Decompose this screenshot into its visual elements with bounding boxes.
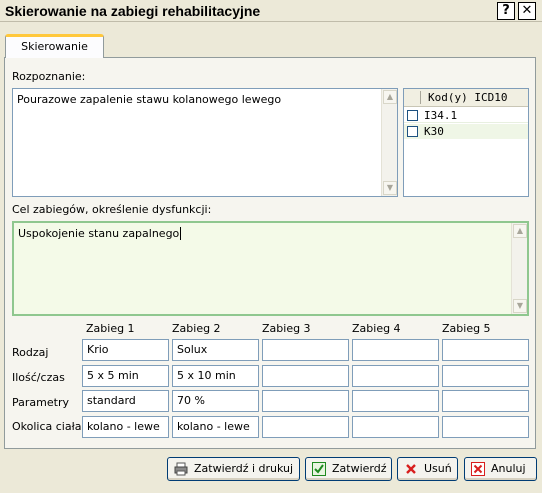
icd-code-list: Kod(y) ICD10 I34.1 K30 bbox=[403, 88, 529, 197]
confirm-button[interactable]: Zatwierdź bbox=[305, 457, 392, 481]
treatment-cell[interactable] bbox=[352, 416, 439, 438]
scroll-up-arrow-icon[interactable]: ▲ bbox=[383, 90, 397, 104]
help-button[interactable]: ? bbox=[497, 2, 515, 20]
icd-checkbox[interactable] bbox=[407, 110, 418, 121]
treatment-cell[interactable] bbox=[262, 390, 349, 412]
checkmark-icon bbox=[312, 462, 326, 476]
goal-scrollbar[interactable]: ▲ ▼ bbox=[511, 223, 527, 314]
title-bar: Skierowanie na zabiegi rehabilitacyjne ?… bbox=[0, 0, 542, 22]
diagnosis-textarea[interactable]: Pourazowe zapalenie stawu kolanowego lew… bbox=[12, 88, 398, 197]
column-header-zabieg-2: Zabieg 2 bbox=[172, 322, 221, 335]
printer-icon bbox=[174, 462, 188, 476]
column-header-zabieg-4: Zabieg 4 bbox=[352, 322, 401, 335]
cancel-button[interactable]: Anuluj bbox=[464, 457, 537, 481]
treatment-cell[interactable] bbox=[262, 416, 349, 438]
treatment-cell[interactable] bbox=[352, 365, 439, 387]
icd-column-header[interactable]: Kod(y) ICD10 bbox=[404, 89, 528, 107]
scroll-down-arrow-icon[interactable]: ▼ bbox=[383, 181, 397, 195]
treatment-cell[interactable]: standard bbox=[82, 390, 169, 412]
treatment-cell[interactable]: 5 x 5 min bbox=[82, 365, 169, 387]
tab-skierowanie[interactable]: Skierowanie bbox=[5, 34, 104, 58]
scroll-up-arrow-icon[interactable]: ▲ bbox=[513, 224, 527, 238]
treatment-cell[interactable] bbox=[262, 365, 349, 387]
treatment-cell[interactable]: Krio bbox=[82, 339, 169, 361]
row-label-okolica-ciala: Okolica ciała bbox=[12, 420, 82, 433]
column-header-zabieg-5: Zabieg 5 bbox=[442, 322, 491, 335]
column-header-zabieg-3: Zabieg 3 bbox=[262, 322, 311, 335]
column-separator bbox=[420, 91, 421, 104]
goal-text: Uspokojenie stanu zapalnego bbox=[18, 227, 180, 240]
treatment-cell[interactable] bbox=[442, 416, 529, 438]
treatment-cell[interactable]: kolano - lewe bbox=[172, 416, 259, 438]
treatment-cell[interactable]: Solux bbox=[172, 339, 259, 361]
treatment-cell[interactable]: 5 x 10 min bbox=[172, 365, 259, 387]
diagnosis-text: Pourazowe zapalenie stawu kolanowego lew… bbox=[17, 93, 282, 106]
treatment-cell[interactable] bbox=[442, 339, 529, 361]
diagnosis-scrollbar[interactable]: ▲ ▼ bbox=[381, 89, 397, 196]
dialog-window: Skierowanie na zabiegi rehabilitacyjne ?… bbox=[0, 0, 542, 493]
scroll-down-arrow-icon[interactable]: ▼ bbox=[513, 299, 527, 313]
window-title: Skierowanie na zabiegi rehabilitacyjne bbox=[5, 3, 261, 19]
treatment-cell[interactable]: kolano - lewe bbox=[82, 416, 169, 438]
goal-label: Cel zabiegów, określenie dysfunkcji: bbox=[12, 203, 212, 216]
close-button[interactable]: ✕ bbox=[518, 2, 536, 20]
icd-code: I34.1 bbox=[424, 109, 458, 122]
treatment-cell[interactable] bbox=[352, 339, 439, 361]
goal-textarea[interactable]: Uspokojenie stanu zapalnego​ ▲ ▼ bbox=[12, 221, 529, 316]
delete-label: Usuń bbox=[424, 462, 452, 475]
delete-button[interactable]: Usuń bbox=[397, 457, 458, 481]
cancel-label: Anuluj bbox=[491, 462, 526, 475]
icd-header-label: Kod(y) ICD10 bbox=[428, 91, 508, 104]
x-icon bbox=[406, 464, 416, 474]
icd-row[interactable]: K30 bbox=[404, 124, 528, 139]
text-cursor: ​ bbox=[180, 227, 182, 240]
treatment-cell[interactable] bbox=[442, 390, 529, 412]
treatment-cell[interactable] bbox=[442, 365, 529, 387]
icd-checkbox[interactable] bbox=[407, 126, 418, 137]
diagnosis-label: Rozpoznanie: bbox=[12, 70, 86, 83]
confirm-and-print-button[interactable]: Zatwierdź i drukuj bbox=[167, 457, 300, 481]
treatment-cell[interactable] bbox=[352, 390, 439, 412]
row-label-rodzaj: Rodzaj bbox=[12, 346, 49, 359]
column-header-zabieg-1: Zabieg 1 bbox=[86, 322, 135, 335]
icd-code: K30 bbox=[424, 125, 444, 138]
row-label-parametry: Parametry bbox=[12, 396, 69, 409]
confirm-label: Zatwierdź bbox=[332, 462, 387, 475]
confirm-and-print-label: Zatwierdź i drukuj bbox=[194, 462, 294, 475]
row-label-ilosc-czas: Ilość/czas bbox=[12, 371, 65, 384]
treatment-cell[interactable] bbox=[262, 339, 349, 361]
treatment-cell[interactable]: 70 % bbox=[172, 390, 259, 412]
cancel-icon bbox=[471, 462, 485, 476]
icd-row[interactable]: I34.1 bbox=[404, 108, 528, 123]
